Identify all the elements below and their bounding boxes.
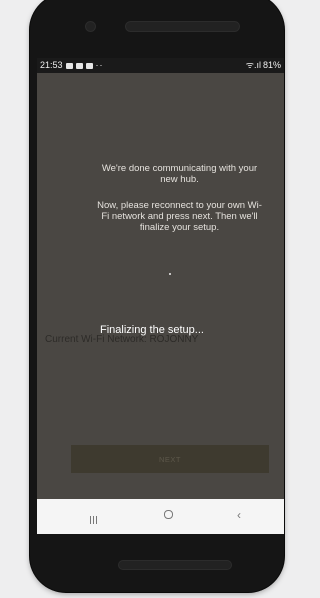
next-button[interactable]: NEXT: [71, 445, 269, 473]
done-message: We're done communicating with your new h…: [101, 163, 258, 185]
reconnect-instructions: Now, please reconnect to your own Wi-Fi …: [97, 200, 262, 233]
camera-icon: [85, 21, 96, 32]
status-right: ᯤ.ıl 81%: [246, 58, 281, 73]
mail-icon: [75, 62, 83, 69]
status-time: 21:53: [40, 60, 63, 70]
battery-percent: 81%: [262, 60, 281, 70]
finalizing-overlay-text: Finalizing the setup...: [100, 324, 204, 336]
status-bar: 21:53 ·· ᯤ.ıl 81%: [37, 58, 284, 73]
phone-frame: 21:53 ·· ᯤ.ıl 81% We're done communicati…: [30, 0, 284, 592]
main-content: We're done communicating with your new h…: [37, 73, 284, 499]
image-icon: [65, 62, 73, 69]
more-notifications: ··: [95, 60, 104, 70]
recent-apps-icon[interactable]: [90, 511, 99, 524]
stage: 21:53 ·· ᯤ.ıl 81% We're done communicati…: [0, 0, 291, 598]
earpiece-speaker: [125, 21, 240, 32]
home-icon[interactable]: [164, 510, 173, 519]
mail-icon: [85, 62, 93, 69]
system-nav-bar: ‹: [37, 499, 284, 534]
back-icon[interactable]: ‹: [237, 508, 241, 522]
bottom-speaker: [118, 560, 232, 570]
status-left: 21:53 ··: [40, 58, 104, 73]
loading-indicator: [169, 273, 171, 275]
phone-screen: 21:53 ·· ᯤ.ıl 81% We're done communicati…: [37, 58, 284, 534]
signal-icon: ᯤ.ıl: [245, 60, 261, 70]
